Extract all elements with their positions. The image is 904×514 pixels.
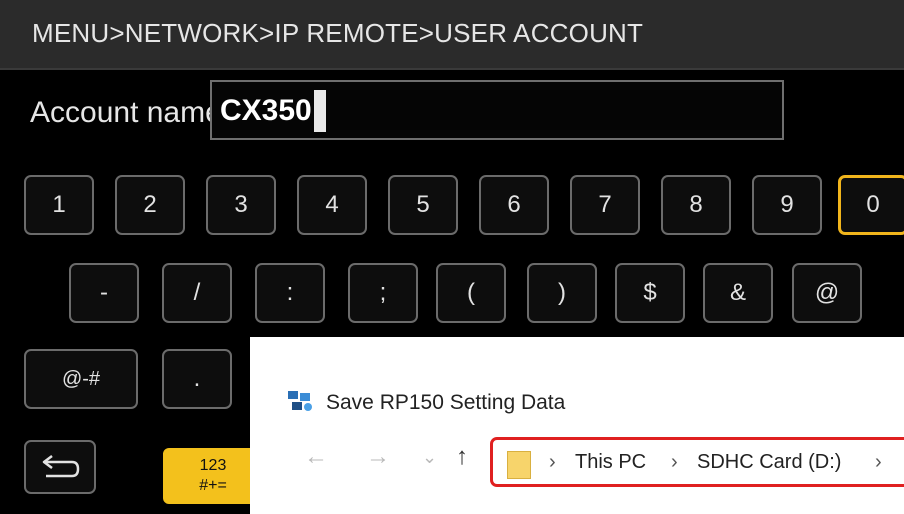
key-slash[interactable]: / [162, 263, 232, 323]
breadcrumb-separator: › [671, 451, 678, 473]
key-2[interactable]: 2 [115, 175, 185, 235]
account-name-value: CX350 [220, 94, 312, 127]
up-arrow-icon[interactable]: ↑ [456, 443, 468, 471]
menu-header: MENU>NETWORK>IP REMOTE>USER ACCOUNT [0, 0, 904, 70]
key-colon[interactable]: : [255, 263, 325, 323]
forward-arrow-icon[interactable]: → [366, 443, 390, 471]
key-7[interactable]: 7 [570, 175, 640, 235]
key-9[interactable]: 9 [752, 175, 822, 235]
return-arrow-icon [42, 455, 80, 478]
breadcrumb-this-pc[interactable]: This PC [575, 451, 646, 474]
dialog-title: Save RP150 Setting Data [326, 391, 566, 414]
save-dialog: Save RP150 Setting Data ← → ⌄ ↑ › This P… [250, 337, 904, 514]
text-cursor [314, 90, 326, 132]
key-hyphen[interactable]: - [69, 263, 139, 323]
account-name-field[interactable]: CX350 [210, 80, 784, 140]
back-button[interactable] [24, 440, 96, 494]
account-name-label: Account name [30, 96, 222, 129]
back-arrow-icon[interactable]: ← [304, 443, 328, 471]
history-chevron-icon[interactable]: ⌄ [422, 447, 437, 468]
breadcrumb-sdhc-card[interactable]: SDHC Card (D:) [697, 451, 841, 474]
breadcrumb-separator: › [875, 451, 882, 473]
key-4[interactable]: 4 [297, 175, 367, 235]
key-8[interactable]: 8 [661, 175, 731, 235]
key-period[interactable]: . [162, 349, 232, 409]
key-close-paren[interactable]: ) [527, 263, 597, 323]
breadcrumb-separator: › [549, 451, 556, 473]
key-6[interactable]: 6 [479, 175, 549, 235]
key-semicolon[interactable]: ; [348, 263, 418, 323]
key-open-paren[interactable]: ( [436, 263, 506, 323]
key-at[interactable]: @ [792, 263, 862, 323]
numeric-mode-top-label: 123 [199, 457, 227, 474]
key-dollar[interactable]: $ [615, 263, 685, 323]
key-3[interactable]: 3 [206, 175, 276, 235]
key-ampersand[interactable]: & [703, 263, 773, 323]
menu-breadcrumb: MENU>NETWORK>IP REMOTE>USER ACCOUNT [32, 18, 644, 48]
numeric-mode-button[interactable]: 123 #+= [163, 448, 263, 504]
address-bar[interactable]: › This PC › SDHC Card (D:) › [490, 437, 904, 487]
folder-icon [507, 451, 531, 479]
app-icon [288, 391, 312, 411]
key-symbol-mode[interactable]: @-# [24, 349, 138, 409]
numeric-mode-bottom-label: #+= [199, 477, 227, 494]
key-1[interactable]: 1 [24, 175, 94, 235]
key-0[interactable]: 0 [838, 175, 904, 235]
key-5[interactable]: 5 [388, 175, 458, 235]
